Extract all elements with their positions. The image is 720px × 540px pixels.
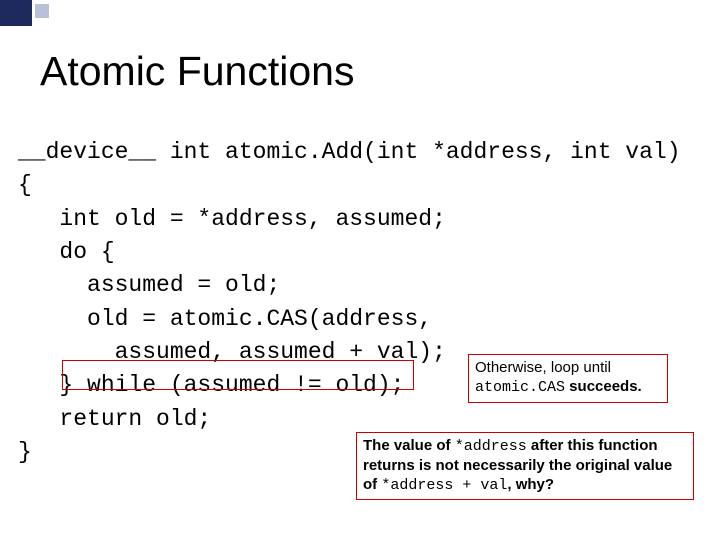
annotation-question: The value of *address after this functio…	[356, 432, 694, 500]
slide-title: Atomic Functions	[40, 48, 354, 95]
code-line: __device__ int atomic.Add(int *address, …	[18, 139, 681, 165]
slide-corner-accent	[35, 4, 49, 18]
annotation-text: , why?	[507, 476, 554, 493]
highlight-box-while	[62, 360, 414, 390]
code-line: old = atomic.CAS(address,	[18, 306, 432, 332]
code-line: assumed = old;	[18, 272, 280, 298]
annotation-code: atomic.CAS	[475, 379, 565, 396]
code-line: }	[18, 439, 32, 465]
annotation-text: of	[363, 476, 381, 493]
annotation-text: returns is not necessarily the original …	[363, 457, 672, 474]
code-block: __device__ int atomic.Add(int *address, …	[18, 136, 681, 469]
slide-corner-marker	[0, 0, 32, 26]
annotation-code: *address + val	[381, 477, 507, 494]
annotation-code: *address	[455, 438, 527, 455]
code-line: return old;	[18, 406, 211, 432]
annotation-text: Otherwise, loop until	[475, 359, 611, 376]
annotation-text: succeeds.	[565, 378, 642, 395]
annotation-text: The value of	[363, 437, 455, 454]
annotation-text: after this function	[527, 437, 658, 454]
code-line: do {	[18, 239, 115, 265]
code-line: {	[18, 172, 32, 198]
code-line: int old = *address, assumed;	[18, 206, 446, 232]
annotation-succeeds: Otherwise, loop until atomic.CAS succeed…	[468, 354, 668, 403]
